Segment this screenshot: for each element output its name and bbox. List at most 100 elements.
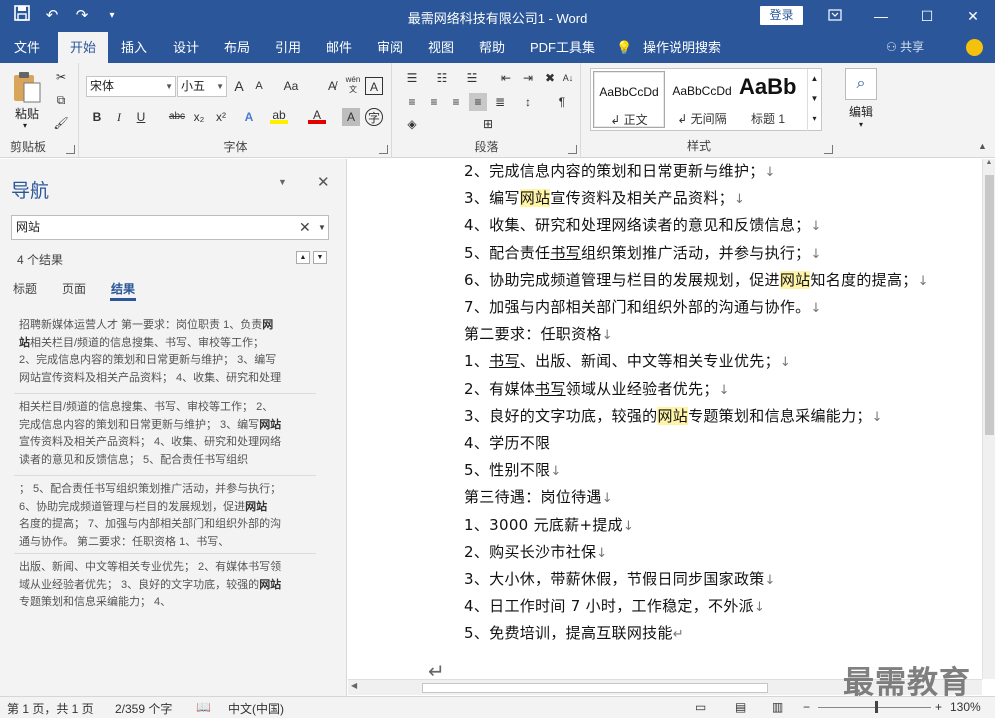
- clear-search-icon[interactable]: ✕: [299, 216, 311, 239]
- styles-launcher-icon[interactable]: [824, 145, 833, 154]
- nav-tab-pages[interactable]: 页面: [62, 280, 86, 297]
- multilevel-list-icon[interactable]: ☱: [463, 69, 481, 87]
- document-line[interactable]: 2、有媒体书写领域从业经验者优先；↓: [464, 378, 730, 399]
- read-mode-icon[interactable]: ▭: [695, 700, 706, 714]
- zoom-in-icon[interactable]: +: [935, 700, 942, 714]
- character-shading-icon[interactable]: A: [342, 108, 360, 126]
- strikethrough-icon[interactable]: abc: [164, 108, 190, 126]
- search-result-item[interactable]: ； 5、配合责任书写组织策划推广活动，并参与执行； 6、协助完成频道管理与栏目的发…: [19, 481, 311, 551]
- collapse-ribbon-icon[interactable]: ▲: [978, 141, 987, 151]
- vertical-scroll-thumb[interactable]: [985, 175, 994, 435]
- font-size-combo[interactable]: 小五 ▼: [177, 76, 227, 97]
- document-line[interactable]: 7、加强与内部相关部门和组织外部的沟通与协作。↓: [464, 296, 822, 317]
- word-count[interactable]: 2/359 个字: [115, 700, 172, 717]
- change-case-icon[interactable]: Aa: [278, 77, 304, 95]
- proofing-icon[interactable]: 📖: [196, 700, 211, 714]
- nav-options-icon[interactable]: ▼: [278, 177, 287, 187]
- shading-icon[interactable]: ◈: [403, 115, 421, 133]
- share-button[interactable]: ⚇ 共享: [886, 38, 924, 55]
- search-result-item[interactable]: 相关栏目/频道的信息搜集、书写、审校等工作； 2、 完成信息内容的策划和日常更新与…: [19, 399, 311, 469]
- tell-me-search[interactable]: 操作说明搜索: [643, 32, 721, 63]
- tab-file[interactable]: 文件: [14, 32, 40, 63]
- document-line[interactable]: 4、学历不限: [464, 432, 550, 453]
- bold-icon[interactable]: B: [88, 108, 106, 126]
- tab-review[interactable]: 审阅: [377, 32, 403, 63]
- tab-insert[interactable]: 插入: [121, 32, 147, 63]
- font-name-combo[interactable]: 宋体 ▼: [86, 76, 176, 97]
- search-result-item[interactable]: 招聘新媒体运营人才 第一要求：岗位职责 1、负责网 站相关栏目/频道的信息搜集、书…: [19, 317, 311, 387]
- decrease-indent-icon[interactable]: ⇤: [497, 69, 515, 87]
- chinese-layout-icon[interactable]: ✖: [541, 69, 559, 87]
- distributed-icon[interactable]: ≣: [491, 93, 509, 111]
- document-line[interactable]: 第三待遇：岗位待遇↓: [464, 486, 613, 507]
- clear-formatting-icon[interactable]: A̸: [323, 77, 341, 95]
- highlight-color-icon[interactable]: ab: [270, 106, 288, 124]
- nav-search-input[interactable]: 网站 ✕ ▼: [11, 215, 329, 240]
- document-line[interactable]: 5、配合责任书写组织策划推广活动，并参与执行；↓: [464, 242, 822, 263]
- superscript-icon[interactable]: x²: [212, 108, 230, 126]
- font-color-icon[interactable]: A: [308, 106, 326, 124]
- document-line[interactable]: 5、性别不限↓: [464, 459, 562, 480]
- login-button[interactable]: 登录: [760, 6, 803, 25]
- search-options-icon[interactable]: ▼: [318, 216, 326, 239]
- font-launcher-icon[interactable]: [379, 145, 388, 154]
- document-line[interactable]: 1、3000 元底薪+提成↓: [464, 514, 634, 535]
- subscript-icon[interactable]: x₂: [190, 108, 208, 126]
- format-painter-icon[interactable]: 🖌: [52, 114, 70, 132]
- document-line[interactable]: 2、购买长沙市社保↓: [464, 541, 607, 562]
- numbering-icon[interactable]: ☷: [433, 69, 451, 87]
- horizontal-scroll-thumb[interactable]: [422, 683, 768, 693]
- grow-font-icon[interactable]: A: [230, 77, 248, 95]
- tab-mailings[interactable]: 邮件: [326, 32, 352, 63]
- align-center-icon[interactable]: ≡: [425, 93, 443, 111]
- document-line[interactable]: 3、良好的文字功底，较强的网站专题策划和信息采编能力；↓: [464, 405, 883, 426]
- tab-references[interactable]: 引用: [275, 32, 301, 63]
- sort-icon[interactable]: A↓: [559, 69, 577, 87]
- style-normal[interactable]: AaBbCcDd ↲ 正文: [593, 71, 665, 128]
- tab-layout[interactable]: 布局: [224, 32, 250, 63]
- tab-design[interactable]: 设计: [173, 32, 199, 63]
- show-hide-marks-icon[interactable]: ¶: [553, 93, 571, 111]
- copy-icon[interactable]: ⧉: [52, 91, 70, 109]
- document-line[interactable]: 3、编写网站宣传资料及相关产品资料；↓: [464, 187, 745, 208]
- paste-label[interactable]: 粘贴: [15, 105, 39, 122]
- nav-tab-headings[interactable]: 标题: [13, 280, 37, 297]
- tab-view[interactable]: 视图: [428, 32, 454, 63]
- minimize-icon[interactable]: —: [858, 0, 904, 32]
- maximize-icon[interactable]: ☐: [904, 0, 950, 32]
- next-result-icon[interactable]: ▼: [313, 251, 327, 264]
- editing-button[interactable]: ⌕ 编辑 ▾: [843, 68, 879, 138]
- language-status[interactable]: 中文(中国): [228, 700, 284, 717]
- print-layout-icon[interactable]: ▤: [735, 700, 746, 714]
- tab-home[interactable]: 开始: [58, 32, 108, 63]
- tab-help[interactable]: 帮助: [479, 32, 505, 63]
- nav-tab-results[interactable]: 结果: [111, 280, 135, 297]
- italic-icon[interactable]: I: [110, 108, 128, 126]
- phonetic-guide-icon[interactable]: wén 文: [344, 75, 362, 94]
- nav-close-icon[interactable]: ✕: [317, 173, 330, 191]
- paragraph-launcher-icon[interactable]: [568, 145, 577, 154]
- paste-icon[interactable]: [12, 71, 42, 106]
- zoom-slider[interactable]: [818, 701, 931, 713]
- justify-icon[interactable]: ≡: [469, 93, 487, 111]
- cut-icon[interactable]: ✂: [52, 68, 70, 86]
- tab-pdf-tools[interactable]: PDF工具集: [530, 32, 595, 63]
- page-count[interactable]: 第 1 页，共 1 页: [7, 700, 94, 717]
- document-line[interactable]: 4、收集、研究和处理网络读者的意见和反馈信息；↓: [464, 214, 822, 235]
- align-right-icon[interactable]: ≡: [447, 93, 465, 111]
- line-spacing-icon[interactable]: ↕: [519, 93, 537, 111]
- underline-icon[interactable]: U: [132, 108, 150, 126]
- zoom-slider-thumb[interactable]: [875, 701, 878, 713]
- document-line[interactable]: 5、免费培训，提高互联网技能↵: [464, 622, 684, 643]
- character-border-icon[interactable]: A: [365, 77, 383, 95]
- web-layout-icon[interactable]: ▥: [772, 700, 783, 714]
- vertical-scrollbar[interactable]: ▲: [982, 159, 995, 679]
- close-icon[interactable]: ✕: [950, 0, 995, 32]
- styles-up-icon[interactable]: ▲: [808, 69, 821, 89]
- increase-indent-icon[interactable]: ⇥: [519, 69, 537, 87]
- zoom-out-icon[interactable]: −: [803, 700, 810, 714]
- text-effects-icon[interactable]: A: [240, 108, 258, 126]
- document-line[interactable]: 第二要求：任职资格↓: [464, 323, 613, 344]
- style-no-spacing[interactable]: AaBbCcDd ↲ 无间隔: [666, 71, 738, 128]
- document-line[interactable]: 1、书写、出版、新闻、中文等相关专业优先；↓: [464, 350, 791, 371]
